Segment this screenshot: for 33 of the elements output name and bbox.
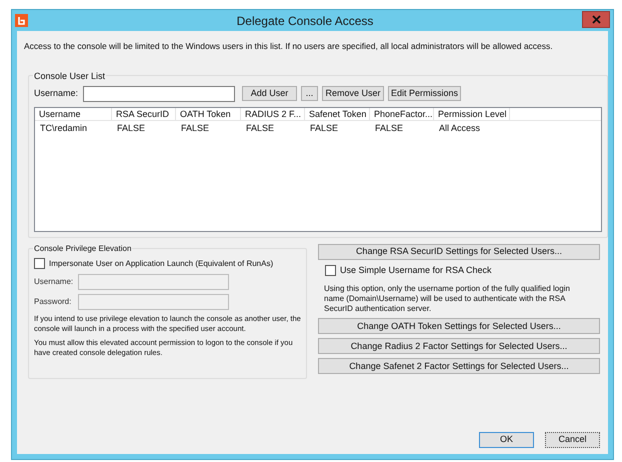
button[interactable]: Add User — [242, 86, 297, 102]
button[interactable]: Change Radius 2 Factor Settings for Selected Users... — [318, 338, 600, 354]
table-cell-text: FALSE — [180, 122, 210, 135]
window-title: Delegate Console Access — [236, 12, 374, 30]
table-cell-text: FALSE — [245, 122, 276, 135]
field-label: Username: — [34, 276, 74, 288]
table-cell-text: FALSE — [309, 122, 340, 135]
table-cell-text: TC\redamin — [39, 122, 88, 135]
field-label: Password: — [34, 296, 72, 308]
field-label: Username: — [34, 87, 79, 100]
column-header[interactable]: RSA SecurID — [112, 108, 176, 120]
column-header[interactable]: RADIUS 2 F... — [241, 108, 305, 120]
column-header[interactable]: Username — [35, 108, 112, 120]
column-header[interactable]: PhoneFactor... — [370, 108, 434, 120]
button[interactable]: ... — [301, 86, 318, 102]
checkbox-label: Use Simple Username for RSA Check — [340, 264, 492, 277]
button[interactable]: Edit Permissions — [388, 86, 461, 102]
table-cell-text: FALSE — [374, 122, 404, 135]
group-legend: Console Privilege Elevation — [33, 242, 132, 255]
button[interactable]: Remove User — [322, 86, 384, 102]
checkbox-label: Impersonate User on Application Launch (Equivalent of RunAs) — [49, 258, 274, 270]
column-header[interactable]: Safenet Token — [305, 108, 370, 120]
column-header[interactable]: OATH Token — [176, 108, 241, 120]
column-header[interactable]: Permission Level — [434, 108, 510, 120]
table-cell-text: FALSE — [116, 122, 146, 135]
dialog-button[interactable]: OK — [479, 432, 534, 448]
description-text: Access to the console will be limited to the Windows users in this list. If no users are specified, all local administrators will be allowed access. — [24, 40, 554, 53]
rsa-note-text: Using this option, only the username portion of the fully qualified login name (Domain\Username) will be used to authenticate with the RSA SecurID authentication server. — [324, 284, 571, 314]
button[interactable]: Change OATH Token Settings for Selected Users... — [318, 318, 600, 334]
button[interactable]: Change RSA SecurID Settings for Selected Users... — [318, 244, 600, 260]
table-cell-text: All Access — [438, 122, 482, 135]
dialog-button[interactable]: Cancel — [545, 432, 600, 448]
button[interactable]: Change Safenet 2 Factor Settings for Selected Users... — [318, 358, 600, 374]
